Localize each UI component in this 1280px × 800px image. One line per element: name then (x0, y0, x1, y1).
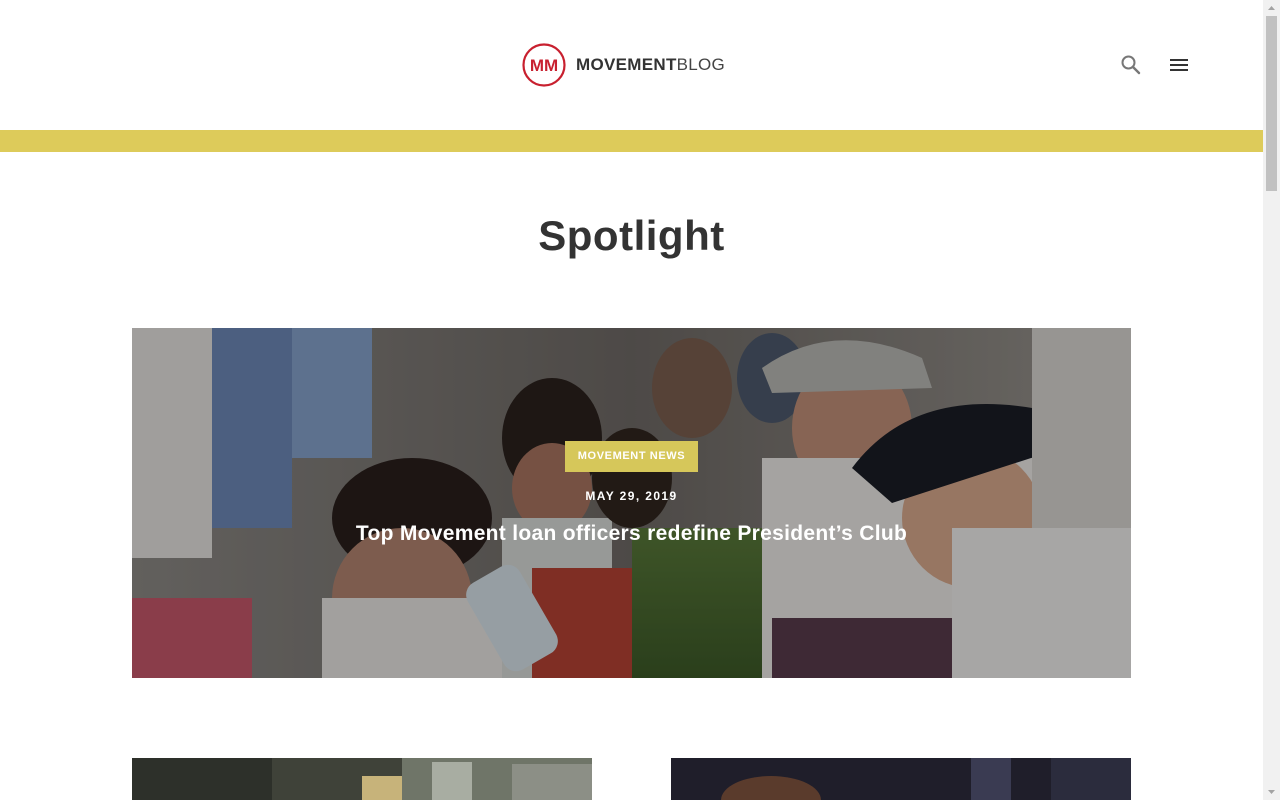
post-card[interactable] (671, 758, 1131, 800)
site-header: MM MOVEMENTBLOG (0, 0, 1263, 130)
site-logo[interactable]: MM MOVEMENTBLOG (522, 43, 725, 87)
search-icon (1121, 55, 1141, 75)
hamburger-menu-icon (1170, 59, 1188, 71)
post-date: MAY 29, 2019 (585, 489, 678, 503)
accent-bar (0, 130, 1263, 152)
page-scrollbar[interactable] (1263, 0, 1280, 800)
category-badge[interactable]: MOVEMENT NEWS (565, 441, 698, 472)
featured-post-card[interactable]: MOVEMENT NEWS MAY 29, 2019 Top Movement … (132, 328, 1131, 678)
scroll-down-arrow-icon[interactable] (1263, 784, 1280, 800)
post-card-image (671, 758, 1131, 800)
brand-name-bold: MOVEMENT (576, 55, 677, 74)
scroll-up-arrow-icon[interactable] (1263, 0, 1280, 16)
post-title[interactable]: Top Movement loan officers redefine Pres… (132, 522, 1131, 546)
svg-text:MM: MM (530, 56, 558, 75)
scrollbar-thumb[interactable] (1266, 16, 1277, 191)
brand-name: MOVEMENTBLOG (576, 55, 725, 75)
page-title: Spotlight (538, 212, 725, 259)
mm-logo-icon: MM (522, 43, 566, 87)
post-card-image (132, 758, 592, 800)
menu-button[interactable] (1167, 53, 1191, 77)
hero-overlay (132, 328, 1131, 678)
brand-name-light: BLOG (676, 55, 726, 74)
search-button[interactable] (1119, 53, 1143, 77)
post-card[interactable] (132, 758, 592, 800)
